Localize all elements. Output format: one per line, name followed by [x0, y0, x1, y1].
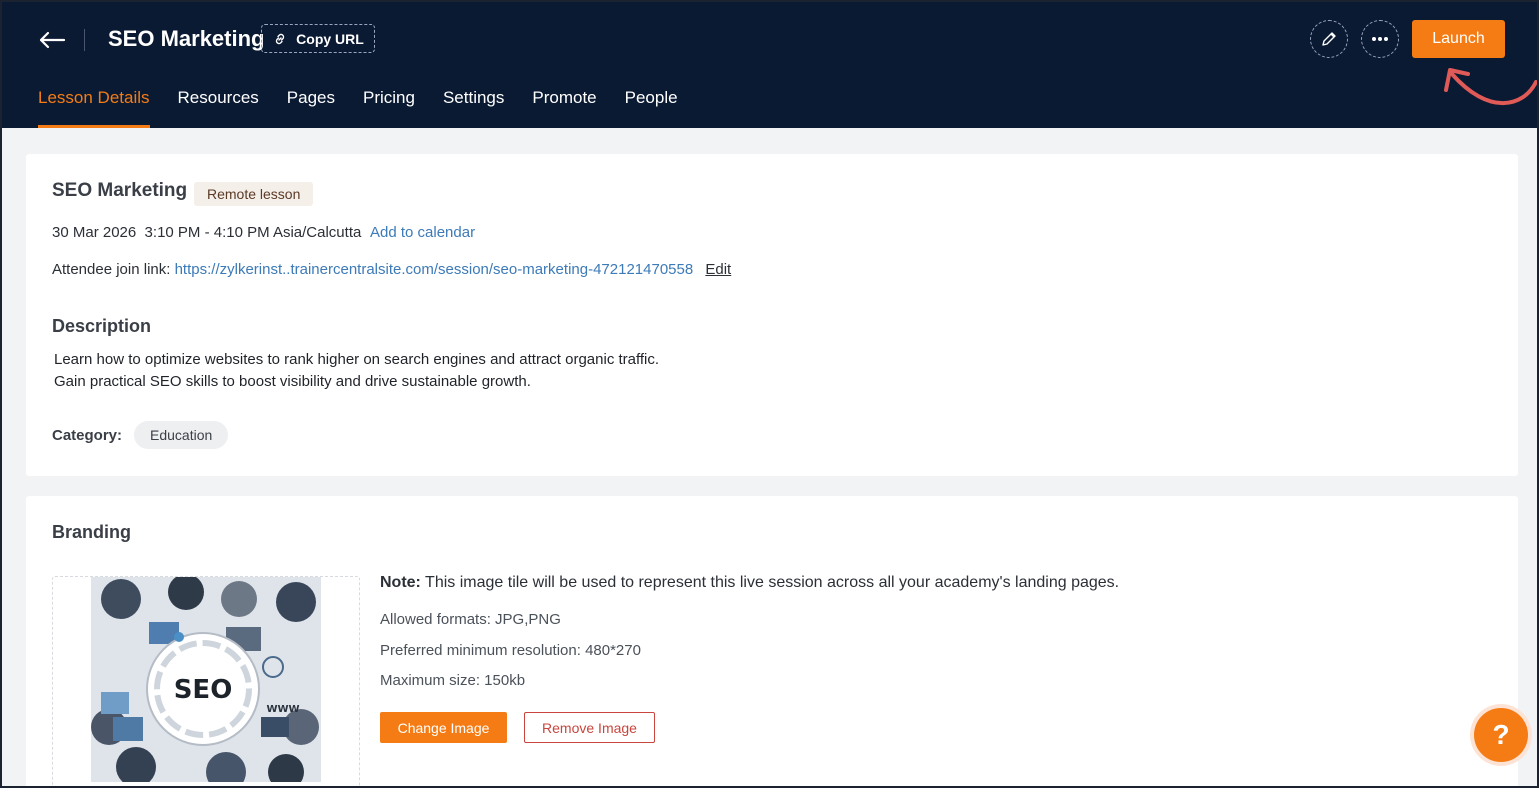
copy-url-label: Copy URL: [296, 30, 364, 47]
more-dots-icon: [1372, 37, 1388, 41]
add-to-calendar-link[interactable]: Add to calendar: [370, 224, 475, 241]
lesson-type-badge: Remote lesson: [194, 182, 314, 206]
branding-note: Note: This image tile will be used to re…: [380, 574, 1119, 592]
note-text: This image tile will be used to represen…: [420, 574, 1120, 591]
edit-button[interactable]: [1310, 20, 1348, 58]
tab-promote[interactable]: Promote: [532, 82, 596, 128]
branding-card: Branding SEO WWW Note: This image tile w…: [26, 496, 1518, 786]
tab-resources[interactable]: Resources: [178, 82, 259, 128]
help-question-icon: ?: [1474, 708, 1528, 762]
description-line-1: Learn how to optimize websites to rank h…: [54, 351, 660, 368]
branding-heading: Branding: [52, 522, 131, 542]
lesson-datetime: 30 Mar 2026 3:10 PM - 4:10 PM Asia/Calcu…: [52, 224, 362, 241]
tab-settings[interactable]: Settings: [443, 82, 504, 128]
join-link-url[interactable]: https://zylkerinst..trainercentralsite.c…: [175, 261, 694, 278]
seo-image-text: SEO: [174, 675, 233, 705]
pencil-icon: [1322, 32, 1336, 46]
app-window: SEO Marketing Copy URL Launch Lesson Det…: [0, 0, 1539, 788]
min-resolution: Preferred minimum resolution: 480*270: [380, 642, 641, 659]
www-image-text: WWW: [266, 704, 299, 715]
tab-people[interactable]: People: [625, 82, 678, 128]
image-upload-box[interactable]: SEO WWW: [52, 576, 360, 786]
allowed-formats: Allowed formats: JPG,PNG: [380, 611, 561, 628]
tab-bar: Lesson Details Resources Pages Pricing S…: [38, 82, 678, 128]
change-image-button[interactable]: Change Image: [380, 712, 507, 743]
header-divider: [84, 29, 85, 51]
header-bar: SEO Marketing Copy URL Launch Lesson Det…: [2, 2, 1537, 128]
tab-pricing[interactable]: Pricing: [363, 82, 415, 128]
link-icon: [275, 33, 285, 44]
curved-arrow-icon: [1444, 68, 1537, 105]
tab-pages[interactable]: Pages: [287, 82, 335, 128]
join-link-label: Attendee join link:: [52, 261, 171, 278]
attendee-join-row: Attendee join link: https://zylkerinst..…: [52, 261, 731, 278]
category-label: Category:: [52, 427, 123, 444]
copy-url-button[interactable]: Copy URL: [261, 24, 375, 53]
join-link-edit[interactable]: Edit: [705, 261, 731, 278]
seo-thumbnail-image: SEO WWW: [91, 577, 321, 782]
description-line-2: Gain practical SEO skills to boost visib…: [54, 373, 531, 390]
tab-lesson-details[interactable]: Lesson Details: [38, 82, 150, 128]
launch-button[interactable]: Launch: [1412, 20, 1505, 58]
category-chip: Education: [134, 421, 229, 449]
description-heading: Description: [52, 316, 152, 336]
lesson-details-card: SEO Marketing Remote lesson 30 Mar 2026 …: [26, 154, 1518, 476]
help-button[interactable]: ?: [1470, 704, 1532, 766]
page-title: SEO Marketing: [108, 26, 265, 51]
back-arrow-icon[interactable]: [36, 24, 68, 56]
max-size: Maximum size: 150kb: [380, 672, 526, 689]
more-options-button[interactable]: [1361, 20, 1399, 58]
remove-image-button[interactable]: Remove Image: [524, 712, 655, 743]
note-bold: Note:: [380, 574, 421, 591]
lesson-title: SEO Marketing: [52, 180, 188, 201]
